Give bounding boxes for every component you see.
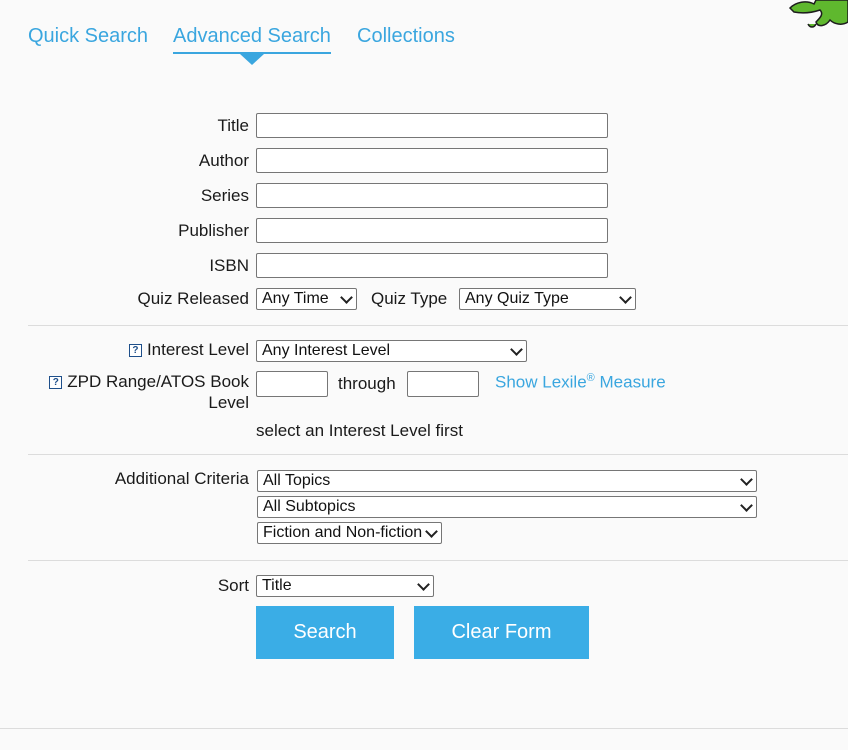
chevron-down-icon <box>740 499 753 512</box>
search-button[interactable]: Search <box>256 606 394 659</box>
series-input[interactable] <box>256 183 608 208</box>
section-divider <box>28 560 848 561</box>
zpd-to-input[interactable] <box>407 371 479 397</box>
sort-label: Sort <box>217 576 249 595</box>
topics-select[interactable]: All Topics <box>257 470 757 492</box>
footer-divider <box>0 728 848 729</box>
publisher-label: Publisher <box>178 221 249 240</box>
corner-map-illustration <box>788 0 848 28</box>
subtopics-select[interactable]: All Subtopics <box>257 496 757 518</box>
quiz-released-label: Quiz Released <box>137 289 249 308</box>
help-icon[interactable]: ? <box>128 344 142 357</box>
chevron-down-icon <box>340 291 353 304</box>
quiz-released-value: Any Time <box>262 290 329 307</box>
tab-collections[interactable]: Collections <box>357 25 455 48</box>
zpd-range-label: ? ZPD Range/ATOS Book <box>49 372 249 392</box>
through-label: through <box>338 374 396 393</box>
topics-value: All Topics <box>263 472 331 489</box>
sort-select[interactable]: Title <box>256 575 434 597</box>
quiz-type-label: Quiz Type <box>371 289 448 308</box>
title-input[interactable] <box>256 113 608 138</box>
interest-level-select[interactable]: Any Interest Level <box>256 340 527 362</box>
interest-level-hint: select an Interest Level first <box>256 421 463 440</box>
interest-level-value: Any Interest Level <box>262 342 391 359</box>
title-label: Title <box>217 116 250 135</box>
show-lexile-link[interactable]: Show Lexile® Measure <box>495 372 666 393</box>
additional-criteria-label: Additional Criteria <box>114 469 249 488</box>
tab-advanced-search[interactable]: Advanced Search <box>173 25 331 48</box>
chevron-down-icon <box>740 473 753 486</box>
zpd-range-label-line2: Level <box>208 393 249 412</box>
publisher-input[interactable] <box>256 218 608 243</box>
chevron-down-icon <box>619 291 632 304</box>
interest-level-label: ? Interest Level <box>128 340 249 360</box>
isbn-label: ISBN <box>209 256 249 275</box>
author-label: Author <box>198 151 249 170</box>
fiction-select[interactable]: Fiction and Non-fiction <box>257 522 442 544</box>
subtopics-value: All Subtopics <box>263 498 356 515</box>
isbn-input[interactable] <box>256 253 608 278</box>
quiz-released-select[interactable]: Any Time <box>256 288 357 310</box>
help-icon[interactable]: ? <box>49 376 63 389</box>
section-divider <box>28 454 848 455</box>
section-divider <box>28 325 848 326</box>
zpd-from-input[interactable] <box>256 371 328 397</box>
series-label: Series <box>200 186 249 205</box>
chevron-down-icon <box>510 343 523 356</box>
clear-form-button[interactable]: Clear Form <box>414 606 589 659</box>
active-tab-caret-icon <box>240 54 264 65</box>
author-input[interactable] <box>256 148 608 173</box>
tab-quick-search[interactable]: Quick Search <box>28 25 148 48</box>
quiz-type-value: Any Quiz Type <box>465 290 569 307</box>
fiction-value: Fiction and Non-fiction <box>263 524 423 541</box>
sort-value: Title <box>262 577 292 594</box>
chevron-down-icon <box>425 525 438 538</box>
chevron-down-icon <box>417 578 430 591</box>
quiz-type-select[interactable]: Any Quiz Type <box>459 288 636 310</box>
